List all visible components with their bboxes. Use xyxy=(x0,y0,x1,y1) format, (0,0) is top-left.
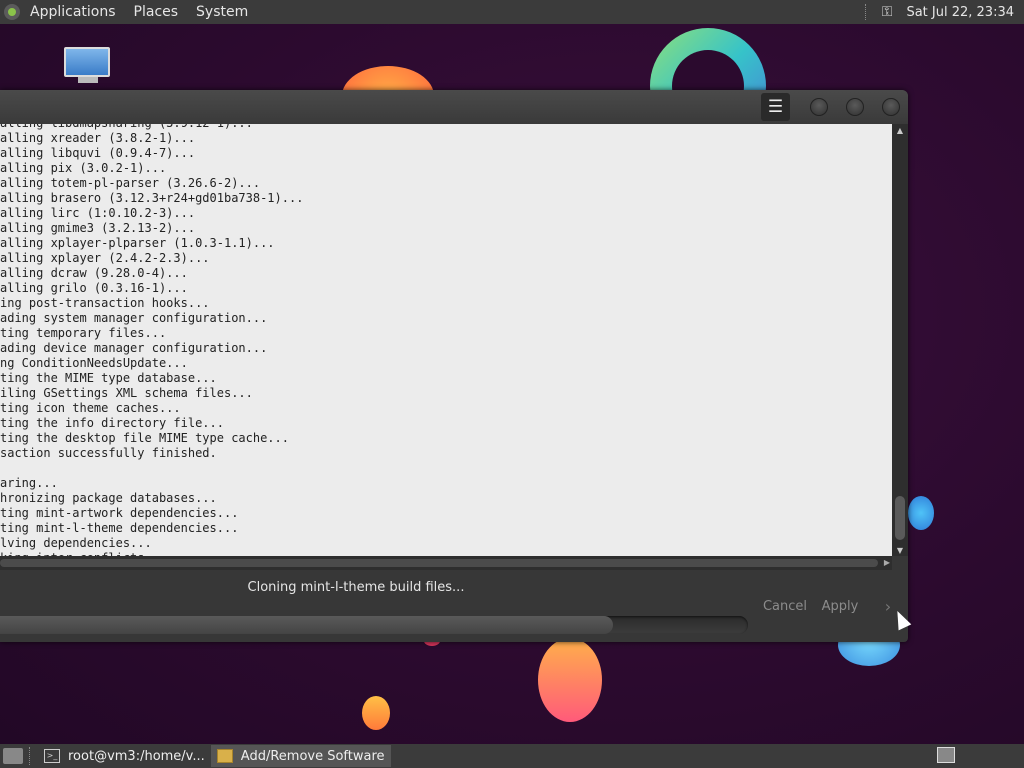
panel-separator xyxy=(864,4,868,20)
terminal-line: alling xplayer-plparser (1.0.3-1.1)... xyxy=(0,236,275,250)
apply-button[interactable]: Apply xyxy=(818,595,862,619)
status-text: Cloning mint-l-theme build files... xyxy=(247,580,465,595)
terminal-line: alling dcraw (9.28.0-4)... xyxy=(0,266,188,280)
terminal-line: aring... xyxy=(0,476,58,490)
monitor-icon xyxy=(64,47,110,77)
terminal-line: lving dependencies... xyxy=(0,536,152,550)
horizontal-scroll-thumb[interactable] xyxy=(0,559,878,567)
progress-bar-fill xyxy=(0,616,614,634)
terminal-line: ading device manager configuration... xyxy=(0,341,268,355)
key-icon[interactable]: ⚿ xyxy=(882,4,893,20)
terminal-line: ting temporary files... xyxy=(0,326,167,340)
terminal-line: alling grilo (0.3.16-1)... xyxy=(0,281,188,295)
terminal-line: ting the desktop file MIME type cache... xyxy=(0,431,289,445)
applications-menu-label: Applications xyxy=(30,4,116,20)
hamburger-icon: ☰ xyxy=(767,97,784,117)
mint-logo-icon xyxy=(4,4,20,20)
clock[interactable]: Sat Jul 22, 23:34 xyxy=(906,5,1014,20)
terminal-line: alling xplayer (2.4.2-2.3)... xyxy=(0,251,210,265)
hamburger-menu-button[interactable]: ☰ xyxy=(761,93,790,121)
terminal-line: alling pix (3.0.2-1)... xyxy=(0,161,167,175)
terminal-lines: alling libdmapsharing (3.9.12-1)...allin… xyxy=(0,124,303,556)
terminal-line: alling totem-pl-parser (3.26.6-2)... xyxy=(0,176,261,190)
top-panel: Applications Places System ⚿ Sat Jul 22,… xyxy=(0,0,1024,24)
taskbar-item-software[interactable]: Add/Remove Software xyxy=(210,745,391,767)
terminal-line: ting the MIME type database... xyxy=(0,371,217,385)
terminal-line: alling libquvi (0.9.4-7)... xyxy=(0,146,196,160)
terminal-line: alling libdmapsharing (3.9.12-1)... xyxy=(0,124,303,131)
terminal-line: alling brasero (3.12.3+r24+gd01ba738-1).… xyxy=(0,191,304,205)
package-icon xyxy=(216,749,233,763)
system-menu[interactable]: System xyxy=(187,4,257,20)
taskbar-item-label: Add/Remove Software xyxy=(240,748,385,764)
terminal-line: ting the info directory file... xyxy=(0,416,224,430)
terminal-output[interactable]: alling libdmapsharing (3.9.12-1)...allin… xyxy=(0,124,892,556)
places-menu[interactable]: Places xyxy=(125,4,188,20)
applications-menu[interactable]: Applications xyxy=(0,4,125,20)
terminal-line: ting mint-artwork dependencies... xyxy=(0,506,239,520)
wallpaper-blue-blob xyxy=(908,496,934,530)
vertical-scroll-thumb[interactable] xyxy=(895,496,905,540)
terminal-line: iling GSettings XML schema files... xyxy=(0,386,253,400)
wallpaper-pink-blob xyxy=(538,638,602,722)
terminal-icon: >_ xyxy=(44,749,60,763)
terminal-line: ting mint-l-theme dependencies... xyxy=(0,521,239,535)
maximize-button[interactable] xyxy=(846,98,864,116)
window-titlebar[interactable]: ☰ xyxy=(0,90,908,124)
vertical-scrollbar[interactable]: ▲ ▼ xyxy=(892,124,908,556)
scroll-up-icon[interactable]: ▲ xyxy=(892,124,908,136)
close-button[interactable] xyxy=(882,98,900,116)
bottom-panel: >_ root@vm3:/home/v... Add/Remove Softwa… xyxy=(0,744,1024,768)
terminal-line: hronizing package databases... xyxy=(0,491,217,505)
wallpaper-small-orange-blob xyxy=(362,696,390,730)
terminal-line: saction successfully finished. xyxy=(0,446,217,460)
scroll-right-icon[interactable]: ▶ xyxy=(884,556,890,570)
progress-bar xyxy=(0,616,748,634)
show-desktop-icon[interactable] xyxy=(3,748,23,764)
minimize-button[interactable] xyxy=(810,98,828,116)
terminal-line: ting icon theme caches... xyxy=(0,401,181,415)
panel-separator xyxy=(29,747,32,765)
terminal-line: alling lirc (1:0.10.2-3)... xyxy=(0,206,196,220)
add-remove-software-window: ☰ alling libdmapsharing (3.9.12-1)...all… xyxy=(0,90,908,642)
computer-desktop-icon[interactable] xyxy=(62,47,114,87)
taskbar-item-label: root@vm3:/home/v... xyxy=(68,748,205,764)
terminal-line: alling gmime3 (3.2.13-2)... xyxy=(0,221,196,235)
workspace-switcher[interactable] xyxy=(937,747,955,763)
terminal-line: alling xreader (3.8.2-1)... xyxy=(0,131,196,145)
cancel-button[interactable]: Cancel xyxy=(760,595,810,619)
scroll-down-icon[interactable]: ▼ xyxy=(892,544,908,556)
horizontal-scrollbar[interactable]: ▶ xyxy=(0,556,892,570)
taskbar-item-terminal[interactable]: >_ root@vm3:/home/v... xyxy=(38,745,211,767)
terminal-line: ading system manager configuration... xyxy=(0,311,268,325)
terminal-line: ng ConditionNeedsUpdate... xyxy=(0,356,188,370)
terminal-line: ing post-transaction hooks... xyxy=(0,296,210,310)
